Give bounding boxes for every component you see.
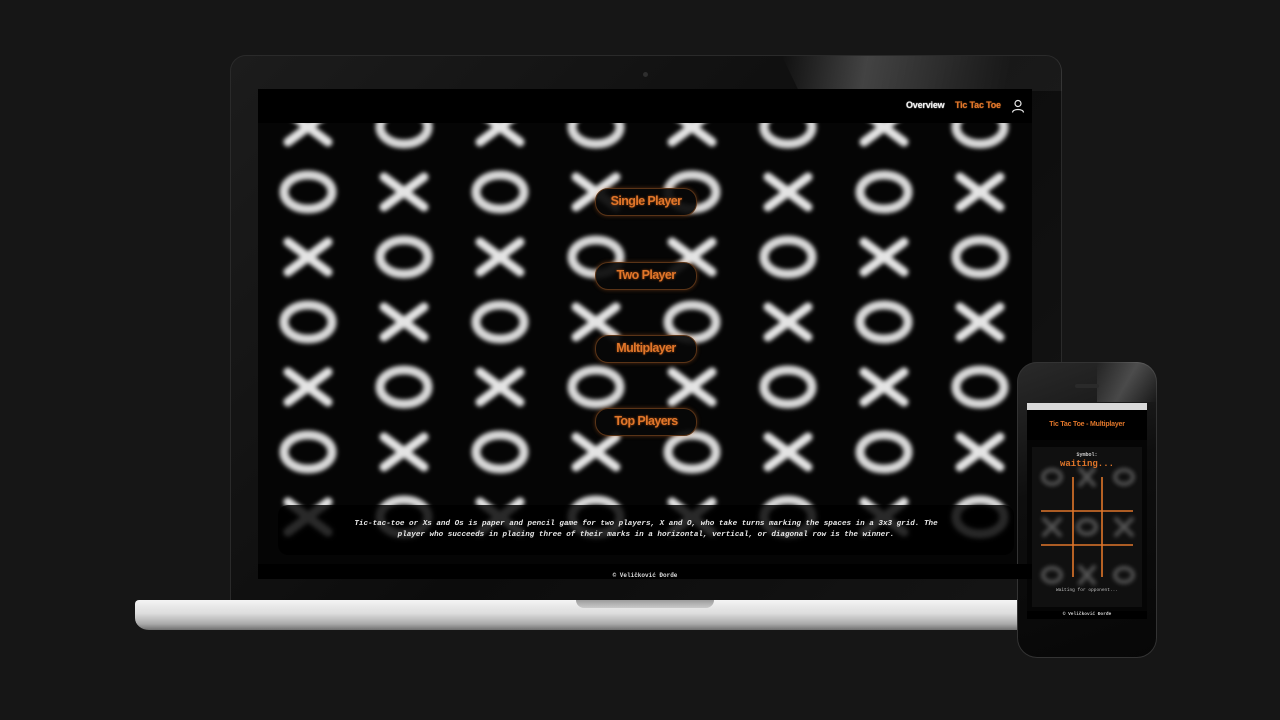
phone-waiting-opponent: Waiting for opponent... — [1055, 588, 1119, 593]
pattern-o-mark — [279, 300, 337, 344]
pattern-o-mark — [663, 430, 721, 474]
pattern-x-mark — [283, 237, 333, 277]
pattern-x-mark — [379, 172, 429, 212]
phone-device: Tic Tac Toe - Multiplayer Symbol: waitin… — [1017, 362, 1157, 658]
pattern-x-mark — [667, 367, 717, 407]
pattern-x-mark — [379, 302, 429, 342]
pattern-o-mark — [855, 300, 913, 344]
pattern-x-mark — [955, 302, 1005, 342]
pattern-x-mark — [859, 367, 909, 407]
pattern-o-mark — [567, 365, 625, 409]
phone-speaker — [1075, 384, 1099, 388]
pattern-x-mark — [475, 237, 525, 277]
site-navbar: Overview Tic Tac Toe — [258, 89, 1032, 123]
pattern-o-mark — [759, 235, 817, 279]
phone-title: Tic Tac Toe - Multiplayer — [1049, 421, 1125, 428]
pattern-x-mark — [379, 432, 429, 472]
pattern-o-mark — [951, 123, 1009, 149]
pattern-o-mark — [759, 365, 817, 409]
pattern-o-mark — [951, 235, 1009, 279]
pattern-o-mark — [279, 170, 337, 214]
pattern-x-mark — [475, 367, 525, 407]
pattern-x-mark — [955, 432, 1005, 472]
pattern-x-mark — [283, 367, 333, 407]
pattern-o-mark — [663, 300, 721, 344]
pattern-o-mark — [855, 430, 913, 474]
laptop-base-notch — [576, 600, 714, 608]
nav-tictactoe-link[interactable]: Tic Tac Toe — [955, 100, 1001, 110]
phone-waiting-status: waiting... — [1059, 459, 1114, 469]
nav-overview-link[interactable]: Overview — [906, 100, 945, 110]
pattern-o-mark — [375, 365, 433, 409]
pattern-x-mark — [859, 237, 909, 277]
multiplayer-button[interactable]: Multiplayer — [595, 335, 697, 363]
pattern-o-mark — [375, 235, 433, 279]
pattern-o-mark — [279, 430, 337, 474]
laptop-camera — [643, 72, 648, 77]
phone-header: Tic Tac Toe - Multiplayer — [1027, 410, 1147, 440]
pattern-o-mark — [759, 123, 817, 149]
pattern-o-mark — [567, 123, 625, 149]
footer-copyright: © Veličković Đorđe — [612, 572, 678, 579]
pattern-x-mark — [955, 172, 1005, 212]
user-icon[interactable] — [1011, 99, 1025, 113]
lid-glare — [782, 56, 1062, 91]
phone-symbol-label: Symbol: — [1076, 452, 1098, 458]
pattern-x-mark — [667, 123, 717, 147]
pattern-o-mark — [951, 365, 1009, 409]
pattern-x-mark — [571, 432, 621, 472]
laptop-screen: Overview Tic Tac Toe Single Player Two P… — [258, 89, 1032, 579]
phone-glare — [1097, 362, 1157, 402]
pattern-x-mark — [763, 172, 813, 212]
description-panel: Tic-tac-toe or Xs and Os is paper and pe… — [278, 505, 1014, 555]
top-players-button[interactable]: Top Players — [595, 408, 697, 436]
pattern-x-mark — [763, 432, 813, 472]
site-footer: © Veličković Đorđe — [258, 564, 1032, 579]
single-player-button[interactable]: Single Player — [595, 188, 697, 216]
pattern-o-mark — [471, 430, 529, 474]
phone-screen: Tic Tac Toe - Multiplayer Symbol: waitin… — [1027, 403, 1147, 619]
pattern-o-mark — [471, 170, 529, 214]
two-player-button[interactable]: Two Player — [595, 262, 697, 290]
pattern-x-mark — [475, 123, 525, 147]
pattern-o-mark — [855, 170, 913, 214]
phone-status-bar — [1027, 403, 1147, 410]
pattern-x-mark — [283, 123, 333, 147]
pattern-x-mark — [859, 123, 909, 147]
phone-footer: © Veličković Đorđe — [1027, 611, 1147, 619]
pattern-x-mark — [571, 302, 621, 342]
description-text: Tic-tac-toe or Xs and Os is paper and pe… — [354, 520, 938, 539]
phone-tictactoe-grid[interactable] — [1039, 475, 1135, 579]
pattern-o-mark — [375, 123, 433, 149]
pattern-x-mark — [763, 302, 813, 342]
pattern-o-mark — [471, 300, 529, 344]
